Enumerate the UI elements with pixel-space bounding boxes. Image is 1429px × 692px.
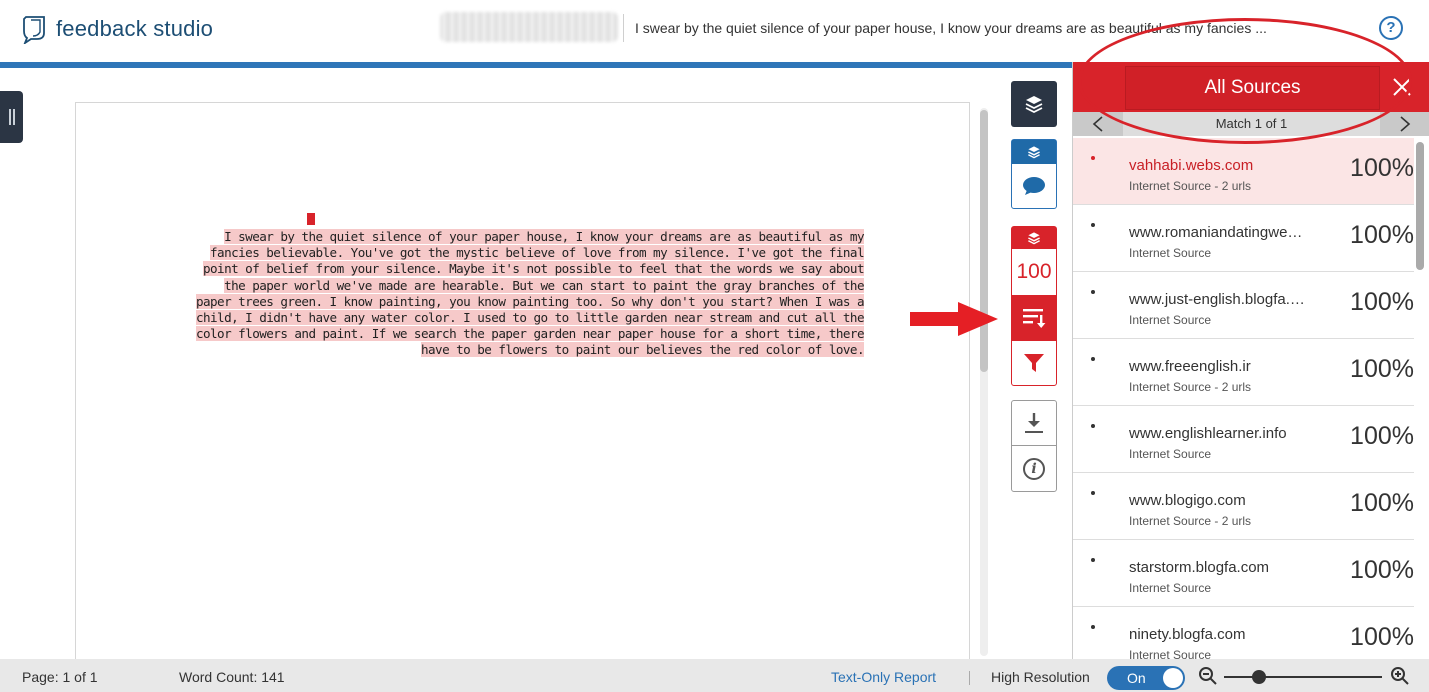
filter-button[interactable] xyxy=(1012,341,1056,385)
source-item[interactable]: www.englishlearner.info Internet Source … xyxy=(1073,406,1414,473)
source-bullet xyxy=(1091,558,1095,562)
comment-icon xyxy=(1023,177,1045,195)
zoom-out-icon[interactable] xyxy=(1198,666,1218,686)
source-name[interactable]: ninety.blogfa.com xyxy=(1129,626,1309,643)
sources-panel: All Sources Match 1 of 1 vahhabi.webs.co… xyxy=(1072,62,1429,659)
source-item[interactable]: starstorm.blogfa.com Internet Source 100… xyxy=(1073,540,1414,607)
source-type: Internet Source xyxy=(1129,648,1212,659)
word-count: Word Count: 141 xyxy=(179,669,285,685)
chevron-left-icon xyxy=(1092,116,1103,132)
info-button[interactable]: i xyxy=(1012,446,1056,491)
text-only-report-link[interactable]: Text-Only Report xyxy=(831,669,936,685)
source-type: Internet Source - 2 urls xyxy=(1129,380,1252,394)
info-icon: i xyxy=(1023,457,1045,480)
source-type: Internet Source - 2 urls xyxy=(1129,179,1252,193)
high-resolution-toggle[interactable]: On xyxy=(1107,666,1185,690)
layers-icon xyxy=(1028,146,1040,159)
source-bullet xyxy=(1091,156,1095,160)
status-bar: Page: 1 of 1 Word Count: 141 Text-Only R… xyxy=(0,659,1429,692)
annotation-ellipse xyxy=(1078,18,1412,144)
similarity-layer-button[interactable] xyxy=(1012,227,1056,249)
side-panel-toggle[interactable] xyxy=(0,91,23,143)
source-list: vahhabi.webs.com Internet Source - 2 url… xyxy=(1073,138,1414,659)
source-percent: 100% xyxy=(1350,556,1414,584)
layers-button[interactable] xyxy=(1011,81,1057,127)
header-divider xyxy=(623,14,624,42)
high-resolution-label: High Resolution xyxy=(991,669,1090,685)
source-percent: 100% xyxy=(1350,221,1414,249)
source-type: Internet Source xyxy=(1129,581,1212,595)
source-item[interactable]: www.blogigo.com Internet Source - 2 urls… xyxy=(1073,473,1414,540)
source-bullet xyxy=(1091,223,1095,227)
matched-text[interactable]: I swear by the quiet silence of your pap… xyxy=(195,229,865,358)
document-scrollbar[interactable] xyxy=(980,108,988,656)
source-percent: 100% xyxy=(1350,623,1414,651)
source-name[interactable]: www.romaniandatingwebsite.com xyxy=(1129,224,1309,241)
source-bullet xyxy=(1091,491,1095,495)
source-name[interactable]: starstorm.blogfa.com xyxy=(1129,559,1309,576)
source-percent: 100% xyxy=(1350,422,1414,450)
source-bullet xyxy=(1091,424,1095,428)
source-bullet xyxy=(1091,357,1095,361)
zoom-in-icon[interactable] xyxy=(1390,666,1410,686)
source-bullet xyxy=(1091,290,1095,294)
zoom-slider-handle[interactable] xyxy=(1251,670,1266,684)
similarity-group: 100 xyxy=(1011,226,1057,386)
footer-divider xyxy=(969,671,970,685)
download-icon xyxy=(1025,413,1043,433)
filter-icon xyxy=(1024,354,1044,372)
page-indicator: Page: 1 of 1 xyxy=(22,669,98,685)
source-item[interactable]: www.freeenglish.ir Internet Source - 2 u… xyxy=(1073,339,1414,406)
source-item[interactable]: vahhabi.webs.com Internet Source - 2 url… xyxy=(1073,138,1414,205)
match-overview-button[interactable] xyxy=(1012,295,1056,341)
next-match-button[interactable] xyxy=(1380,112,1429,136)
sort-icon xyxy=(1023,309,1046,328)
source-percent: 100% xyxy=(1350,355,1414,383)
source-type: Internet Source xyxy=(1129,246,1212,260)
source-item[interactable]: www.just-english.blogfa.com Internet Sou… xyxy=(1073,272,1414,339)
layers-icon xyxy=(1025,96,1043,114)
toggle-state: On xyxy=(1127,670,1146,686)
source-type: Internet Source - 2 urls xyxy=(1129,514,1252,528)
sources-scrollbar[interactable] xyxy=(1416,142,1424,652)
layers-icon xyxy=(1028,232,1040,245)
source-percent: 100% xyxy=(1350,154,1414,182)
source-name[interactable]: www.englishlearner.info xyxy=(1129,425,1309,442)
comment-button[interactable] xyxy=(1012,164,1056,208)
app-name: feedback studio xyxy=(56,16,214,41)
toggle-knob xyxy=(1163,668,1183,688)
document-page: I swear by the quiet silence of your pap… xyxy=(75,102,970,662)
source-item[interactable]: ninety.blogfa.com Internet Source 100% xyxy=(1073,607,1414,659)
source-percent: 100% xyxy=(1350,489,1414,517)
source-name[interactable]: www.just-english.blogfa.com xyxy=(1129,291,1309,308)
source-bullet xyxy=(1091,625,1095,629)
chevron-right-icon xyxy=(1400,116,1411,132)
match-marker-row xyxy=(188,213,864,229)
sources-scrollbar-thumb[interactable] xyxy=(1416,142,1424,270)
similarity-score[interactable]: 100 xyxy=(1012,249,1056,295)
zoom-slider-track[interactable] xyxy=(1224,676,1382,678)
help-icon[interactable]: ? xyxy=(1379,16,1403,40)
source-item[interactable]: www.romaniandatingwebsite.com Internet S… xyxy=(1073,205,1414,272)
match-marker[interactable] xyxy=(307,213,315,225)
grading-group xyxy=(1011,139,1057,209)
source-type: Internet Source xyxy=(1129,313,1212,327)
grading-layer-button[interactable] xyxy=(1012,140,1056,164)
download-button[interactable] xyxy=(1012,401,1056,446)
source-percent: 100% xyxy=(1350,288,1414,316)
source-type: Internet Source xyxy=(1129,447,1212,461)
source-name[interactable]: vahhabi.webs.com xyxy=(1129,157,1309,174)
utility-group: i xyxy=(1011,400,1057,492)
annotation-arrow-icon xyxy=(910,302,998,336)
paper-text: I swear by the quiet silence of your pap… xyxy=(188,213,865,359)
feedback-studio-logo-icon xyxy=(23,16,45,44)
author-name-redacted xyxy=(440,12,618,42)
source-name[interactable]: www.blogigo.com xyxy=(1129,492,1309,509)
source-name[interactable]: www.freeenglish.ir xyxy=(1129,358,1309,375)
app-logo[interactable]: feedback studio xyxy=(22,14,213,44)
